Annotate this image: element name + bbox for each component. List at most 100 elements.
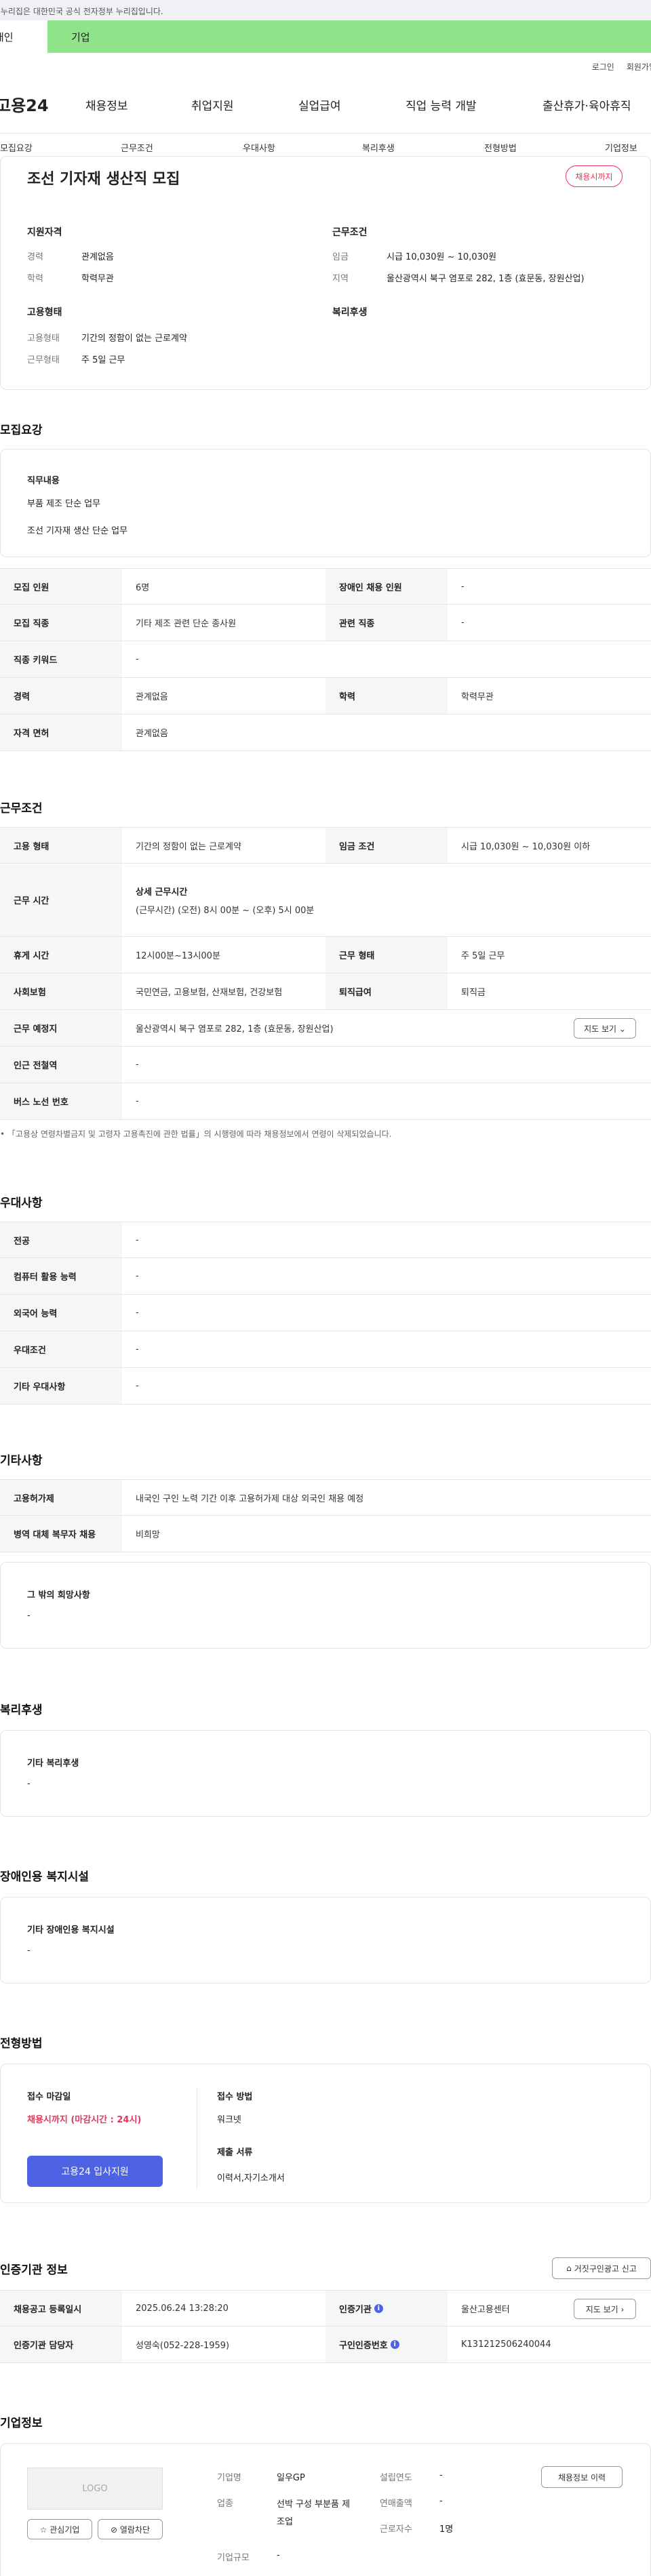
edu-val: 학력무관 <box>81 274 114 284</box>
form-key: 근무 형태 <box>326 937 448 973</box>
row-val: - <box>136 1344 139 1354</box>
reg-val: 2025.06.24 13:28:20 <box>136 2303 229 2314</box>
duty-line-2: 조선 기자재 생산 단순 업무 <box>27 526 128 536</box>
sales-val: - <box>439 2496 443 2506</box>
docs-val: 이력서,자기소개서 <box>217 2173 285 2183</box>
num-val: K131212506240044 <box>461 2339 551 2350</box>
mgr-key: 인증기관 담당자 <box>0 2327 122 2362</box>
subnav-welfare[interactable]: 복리후생 <box>362 141 395 154</box>
cname-key: 기업명 <box>217 2473 241 2483</box>
pref-title: 우대사항 <box>0 1196 43 1210</box>
row-key: 컴퓨터 활용 능력 <box>0 1258 122 1294</box>
company-logo: LOGO <box>27 2468 163 2510</box>
ins-key: 사회보험 <box>0 973 122 1009</box>
report-button[interactable]: ⌂ 거짓구인광고 신고 <box>552 2257 651 2279</box>
disabled-title: 장애인용 복지시설 <box>0 1870 90 1884</box>
form-val: 주 5일 근무 <box>461 951 505 961</box>
row-key: 경력 <box>0 678 122 714</box>
wage-cond-val: 시급 10,030원 ~ 10,030원 이하 <box>461 841 591 852</box>
gnb-jobs[interactable]: 채용정보 <box>85 96 128 113</box>
table-row: 전공 - <box>0 1222 651 1258</box>
row-val: - <box>136 654 139 664</box>
table-row: 모집 인원 6명 장애인 채용 인원 - <box>0 568 651 605</box>
other-val: - <box>27 1611 31 1621</box>
history-button[interactable]: 채용정보 이력 <box>541 2466 623 2488</box>
site-logo[interactable]: 고용24 <box>0 92 77 116</box>
welfare-card <box>0 1730 651 1817</box>
other-card <box>0 1562 651 1649</box>
age-law-note: • 「고용상 연령차별금지 및 고령자 고용촉진에 관한 법률」의 시행령에 따… <box>0 1129 392 1139</box>
user-type-tabs: 개인 기업 <box>0 20 651 53</box>
bus-key: 버스 노선 번호 <box>0 1083 122 1119</box>
ins-val: 국민연금, 고용보험, 산재보험, 건강보험 <box>136 988 283 998</box>
row-val: - <box>136 1381 139 1391</box>
age-law-note-text: 「고용상 연령차별금지 및 고령자 고용촉진에 관한 법률」의 시행령에 따라 … <box>7 1129 392 1139</box>
subway-val: - <box>136 1060 139 1070</box>
cond-heading: 근무조건 <box>332 227 368 238</box>
row-val: 기타 제조 관련 단순 종사원 <box>136 619 237 629</box>
table-row: 버스 노선 번호 - <box>0 1083 651 1120</box>
job-title: 조선 기자재 생산직 모집 <box>27 171 180 188</box>
subnav-process[interactable]: 전형방법 <box>484 141 517 154</box>
emp-key: 근로자수 <box>380 2524 412 2535</box>
subnav-recruit[interactable]: 모집요강 <box>0 141 33 154</box>
table-row: 우대조건 - <box>0 1331 651 1368</box>
block-button[interactable]: ⊘ 열람차단 <box>98 2519 163 2539</box>
info-icon[interactable]: i <box>390 2340 399 2349</box>
rest-key: 휴게 시간 <box>0 937 122 973</box>
favorite-button[interactable]: ☆ 관심기업 <box>27 2519 92 2539</box>
table-row: 컴퓨터 활용 능력 - <box>0 1258 651 1295</box>
table-row: 병역 대체 복무자 채용 비희망 <box>0 1516 651 1552</box>
gnb-job-training[interactable]: 직업 능력 개발 <box>406 96 477 113</box>
ind-val: 선박 구성 부분품 제조업 <box>277 2499 351 2527</box>
login-link[interactable]: 로그인 <box>592 61 614 73</box>
mil-val: 비희망 <box>136 1530 160 1540</box>
emptype-val: 기간의 정함이 없는 근로계약 <box>81 334 187 344</box>
table-row: 고용허가제 내국인 구인 노력 기간 이후 고용허가제 대상 외국인 채용 예정 <box>0 1479 651 1516</box>
wage-cond-key: 임금 조건 <box>326 828 448 863</box>
gnb-unemployment-benefit[interactable]: 실업급여 <box>298 96 341 113</box>
sev-key: 퇴직급여 <box>326 973 448 1009</box>
table-row: 직종 키워드 - <box>0 641 651 678</box>
disabled-sub-heading: 기타 장애인용 복지시설 <box>27 1925 115 1935</box>
company-title: 기업정보 <box>0 2417 43 2430</box>
row-val: - <box>136 1234 139 1245</box>
hours-key: 근무 시간 <box>0 864 122 936</box>
table-row: 사회보험 국민연금, 고용보험, 산재보험, 건강보험 퇴직급여 퇴직금 <box>0 973 651 1010</box>
recruit-title: 모집요강 <box>0 424 43 437</box>
subnav-company[interactable]: 기업정보 <box>605 141 637 154</box>
subnav-work[interactable]: 근무조건 <box>121 141 153 154</box>
table-row: 고용 형태 기간의 정함이 없는 근로계약 임금 조건 시급 10,030원 ~… <box>0 827 651 864</box>
gov-banner: 이 누리집은 대한민국 공식 전자정부 누리집입니다. <box>0 0 651 20</box>
info-icon[interactable]: i <box>374 2303 383 2313</box>
method-head: 접수 방법 <box>217 2092 253 2102</box>
table-row: 휴게 시간 12시00분~13시00분 근무 형태 주 5일 근무 <box>0 937 651 973</box>
sales-key: 연매출액 <box>380 2499 412 2509</box>
row-val: - <box>136 1308 139 1318</box>
process-title: 전형방법 <box>0 2037 43 2051</box>
org-key: 인증기관 i <box>326 2291 448 2326</box>
work-map-button[interactable]: 지도 보기 ⌄ <box>574 1018 636 1039</box>
row-val: 학력무관 <box>461 692 494 702</box>
row-key: 전공 <box>0 1222 122 1257</box>
place-key: 근무 예정지 <box>0 1010 122 1046</box>
row-key: 외국어 능력 <box>0 1295 122 1331</box>
company-logo-text: LOGO <box>82 2483 108 2494</box>
welfare-heading: 복리후생 <box>332 307 368 318</box>
subnav-pref[interactable]: 우대사항 <box>243 141 275 154</box>
gnb-parental-leave[interactable]: 출산휴가·육아휴직 <box>542 96 631 113</box>
emp-val: 1명 <box>439 2524 454 2535</box>
apply-button[interactable]: 고용24 입사지원 <box>27 2156 163 2187</box>
tab-personal[interactable]: 개인 <box>0 20 47 53</box>
hire-key: 고용허가제 <box>0 1480 122 1515</box>
bus-val: - <box>136 1096 139 1106</box>
gnb-employment-support[interactable]: 취업지원 <box>191 96 234 113</box>
row-key: 우대조건 <box>0 1331 122 1367</box>
house-icon: ⌂ <box>566 2263 572 2273</box>
signup-link[interactable]: 회원가입 <box>627 61 651 73</box>
tab-company[interactable]: 기업 <box>47 20 651 53</box>
welfare-val: - <box>27 1779 31 1789</box>
agency-map-button[interactable]: 지도 보기 › <box>574 2299 636 2319</box>
other-heading: 그 밖의 희망사항 <box>27 1590 90 1601</box>
rest-val: 12시00분~13시00분 <box>136 951 220 961</box>
